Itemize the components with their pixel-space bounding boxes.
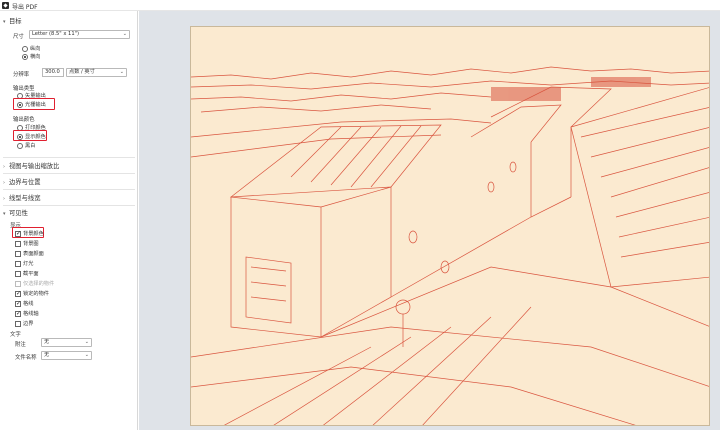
checkbox-label: 背景图 [23,241,39,247]
checkbox-label: 仅选择的物件 [23,281,55,287]
title-bar: 导出 PDF [0,0,720,11]
export-settings-panel: ▾ 目标 尺寸 Letter (8.5" x 11") ⌄ 纵向 横向 分辨率 3… [0,11,138,430]
checkbox-indicator [15,310,21,317]
window-title: 导出 PDF [12,4,38,11]
annotation-label: 附注 [15,342,26,348]
radio-indicator [22,45,28,52]
radio-label: 光栅输出 [25,102,46,108]
section-target-header[interactable]: ▾ 目标 [3,16,22,25]
section-view-scale-title: 视图与输出缩放比 [9,163,60,170]
resolution-label: 分辨率 [13,72,30,78]
section-linetype-title: 线型与线宽 [9,195,41,202]
black-white-radio[interactable]: 黑白 [17,142,35,149]
checkbox-indicator [15,230,21,237]
checkbox-selected-only[interactable]: 仅选择的物件 [15,280,54,287]
checkbox-border[interactable]: 边界 [15,320,33,327]
section-margins-header[interactable]: › 边界与位置 [3,177,40,186]
checkbox-label: 边界 [23,321,34,327]
section-linetype-header[interactable]: › 线型与线宽 [3,193,40,202]
pdf-preview-page [190,26,710,426]
section-divider [3,173,135,174]
checkbox-grid-axes[interactable]: 格线轴 [15,310,39,317]
checkbox-lights[interactable]: 灯光 [15,260,33,267]
filename-label: 文件名称 [15,355,37,361]
checkbox-indicator [15,290,21,297]
checkbox-label: 灯光 [23,261,34,267]
resolution-value: 300.0 [45,69,60,75]
section-target-title: 目标 [9,18,22,25]
checkbox-indicator [15,260,21,267]
radio-label: 纵向 [30,46,41,52]
text-label: 文字 [10,332,21,338]
checkbox-label: 背景颜色 [23,231,44,237]
size-label: 尺寸 [13,34,24,40]
orientation-portrait-radio[interactable]: 纵向 [22,45,40,52]
checkbox-background-color[interactable]: 背景颜色 [15,230,44,237]
chevron-down-icon: ⌄ [84,352,89,358]
checkbox-indicator [15,250,21,257]
checkbox-label: 格线 [23,301,34,307]
checkbox-indicator [15,300,21,307]
checkbox-indicator [15,240,21,247]
section-visibility-title: 可见性 [9,210,28,217]
section-divider [3,189,135,190]
checkbox-background-image[interactable]: 背景图 [15,240,39,247]
resolution-unit-select[interactable]: 点数 / 英寸 ⌄ [66,68,127,77]
radio-indicator [17,142,23,149]
output-color-label: 输出颜色 [13,117,35,123]
checkbox-clipping-plane[interactable]: 截平面 [15,270,39,277]
section-margins-title: 边界与位置 [9,179,41,186]
checkbox-label: 锁定的物件 [23,291,49,297]
section-divider [3,157,135,158]
chevron-down-icon: ⌄ [84,339,89,345]
raster-output-radio[interactable]: 光栅输出 [17,101,46,108]
section-divider [3,205,135,206]
street-line-drawing-image [191,66,709,425]
checkbox-grid[interactable]: 格线 [15,300,33,307]
checkbox-indicator [15,270,21,277]
radio-label: 黑白 [25,143,36,149]
resolution-unit-value: 点数 / 英寸 [69,69,95,75]
output-type-label: 输出类型 [13,86,35,92]
section-view-scale-header[interactable]: › 视图与输出缩放比 [3,161,59,170]
checkbox-label: 截平面 [23,271,39,277]
checkbox-indicator [15,280,21,287]
checkbox-surface-color[interactable]: 表面颜面 [15,250,44,257]
size-select-value: Letter (8.5" x 11") [32,31,80,37]
checkbox-label: 格线轴 [23,311,39,317]
checkbox-locked-objects[interactable]: 锁定的物件 [15,290,49,297]
checkbox-indicator [15,320,21,327]
section-visibility-header[interactable]: ▾ 可见性 [3,208,28,217]
chevron-down-icon: ⌄ [119,69,124,75]
resolution-input[interactable]: 300.0 [42,68,64,77]
radio-indicator [22,53,28,60]
radio-label: 显示颜色 [25,134,46,140]
display-color-radio[interactable]: 显示颜色 [17,133,46,140]
size-select[interactable]: Letter (8.5" x 11") ⌄ [29,30,130,39]
filename-select[interactable]: 无 ⌄ [41,351,92,360]
radio-indicator [17,133,23,140]
checkbox-label: 表面颜面 [23,251,44,257]
chevron-down-icon: ⌄ [122,31,127,37]
app-logo-icon [2,2,9,9]
annotation-select-value: 无 [44,339,50,345]
annotation-select[interactable]: 无 ⌄ [41,338,92,347]
filename-select-value: 无 [44,352,50,358]
orientation-landscape-radio[interactable]: 横向 [22,53,40,60]
radio-label: 横向 [30,54,41,60]
radio-indicator [17,101,23,108]
